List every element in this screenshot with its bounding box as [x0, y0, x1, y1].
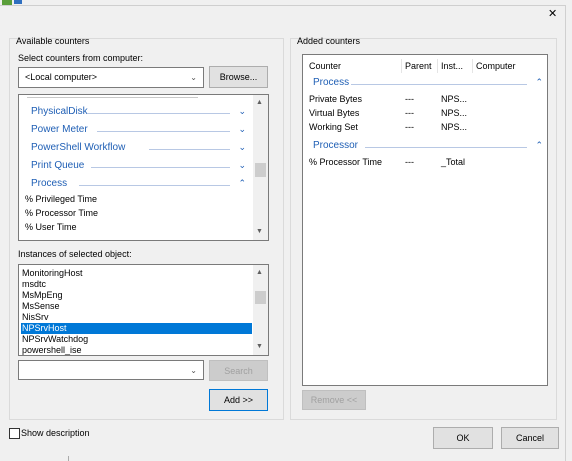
added-group-processor[interactable]: Processor ⌃ [311, 140, 543, 154]
divider [97, 131, 230, 132]
column-separator [437, 59, 438, 73]
search-input[interactable]: ⌄ [18, 360, 204, 380]
bottom-tick [68, 456, 69, 461]
category-powershell-workflow[interactable]: PowerShell Workflow ⌄ [27, 142, 246, 156]
column-separator [401, 59, 402, 73]
divider [91, 167, 230, 168]
group-label: Process [313, 77, 350, 88]
chevron-down-icon[interactable]: ⌄ [238, 106, 246, 117]
counters-list[interactable]: PhysicalDisk ⌄ Power Meter ⌄ PowerShell … [18, 94, 269, 241]
show-description-label[interactable]: Show description [21, 428, 90, 438]
instance-item[interactable]: MsSense [21, 301, 252, 312]
added-row-instance: NPS... [441, 94, 468, 104]
scroll-thumb[interactable] [255, 291, 266, 304]
instance-item[interactable]: msdtc [21, 279, 252, 290]
scroll-up-icon[interactable]: ▲ [256, 269, 263, 276]
instance-item-selected[interactable]: NPSrvHost [21, 323, 252, 334]
added-row-counter[interactable]: Working Set [309, 122, 358, 132]
chevron-down-icon[interactable]: ⌄ [238, 124, 246, 135]
chevron-up-icon[interactable]: ⌃ [535, 77, 543, 88]
added-counters-label: Added counters [297, 36, 361, 46]
column-header-instance[interactable]: Inst... [441, 61, 463, 71]
window-right-border [565, 5, 566, 461]
instance-item[interactable]: MonitoringHost [21, 268, 252, 279]
ok-button[interactable]: OK [433, 427, 493, 449]
divider [365, 147, 527, 148]
category-label: PowerShell Workflow [31, 142, 126, 153]
column-header-parent[interactable]: Parent [405, 61, 432, 71]
instances-label: Instances of selected object: [18, 249, 132, 259]
divider [351, 84, 527, 85]
counters-scrollbar[interactable]: ▲ ▼ [253, 95, 268, 240]
category-label: PhysicalDisk [31, 106, 88, 117]
window-top-border [0, 5, 565, 6]
scroll-down-icon[interactable]: ▼ [256, 228, 263, 235]
divider [149, 149, 230, 150]
column-header-computer[interactable]: Computer [476, 61, 516, 71]
added-row-counter[interactable]: Private Bytes [309, 94, 362, 104]
added-row-counter[interactable]: Virtual Bytes [309, 108, 359, 118]
divider [79, 185, 230, 186]
search-button[interactable]: Search [209, 360, 268, 381]
counter-item[interactable]: % User Time [25, 222, 77, 232]
counter-item[interactable]: % Privileged Time [25, 194, 97, 204]
chevron-down-icon: ⌄ [190, 366, 197, 375]
scroll-down-icon[interactable]: ▼ [256, 343, 263, 350]
added-row-instance: _Total [441, 157, 466, 167]
added-row-parent: --- [405, 94, 414, 104]
added-row-parent: --- [405, 157, 414, 167]
added-row-instance: NPS... [441, 122, 468, 132]
group-label: Processor [313, 140, 359, 151]
scroll-up-icon[interactable]: ▲ [256, 99, 263, 106]
divider [87, 113, 230, 114]
category-label: Process [31, 178, 68, 189]
added-row-instance: NPS... [441, 108, 468, 118]
partial-line [27, 95, 198, 98]
added-row-parent: --- [405, 122, 414, 132]
counter-item[interactable]: % Processor Time [25, 208, 98, 218]
category-power-meter[interactable]: Power Meter ⌄ [27, 124, 246, 138]
scroll-thumb[interactable] [255, 163, 266, 177]
added-row-parent: --- [405, 108, 414, 118]
column-header-counter[interactable]: Counter [309, 61, 341, 71]
category-print-queue[interactable]: Print Queue ⌄ [27, 160, 246, 174]
show-description-checkbox[interactable] [9, 428, 20, 439]
chevron-up-icon[interactable]: ⌃ [535, 140, 543, 151]
add-button[interactable]: Add >> [209, 389, 268, 411]
category-label: Print Queue [31, 160, 85, 171]
remove-button[interactable]: Remove << [302, 390, 366, 410]
added-counters-list[interactable]: Counter Parent Inst... Computer Process … [302, 54, 548, 386]
added-row-counter[interactable]: % Processor Time [309, 157, 382, 167]
added-group-process[interactable]: Process ⌃ [311, 77, 543, 91]
close-button[interactable]: ✕ [548, 7, 557, 20]
category-process[interactable]: Process ⌃ [27, 178, 246, 192]
browse-button[interactable]: Browse... [209, 66, 268, 88]
category-label: Power Meter [31, 124, 88, 135]
instances-scrollbar[interactable]: ▲ ▼ [253, 265, 268, 355]
chevron-down-icon[interactable]: ⌄ [238, 160, 246, 171]
computer-select[interactable]: <Local computer> ⌄ [18, 67, 204, 88]
computer-select-value: <Local computer> [25, 72, 98, 82]
chevron-down-icon: ⌄ [190, 73, 197, 82]
instance-item[interactable]: powershell_ise [21, 345, 252, 355]
chevron-up-icon[interactable]: ⌃ [238, 178, 246, 189]
instance-item[interactable]: NPSrvWatchdog [21, 334, 252, 345]
chevron-down-icon[interactable]: ⌄ [238, 142, 246, 153]
instance-item[interactable]: MsMpEng [21, 290, 252, 301]
window-icon-2 [14, 0, 22, 4]
cancel-button[interactable]: Cancel [501, 427, 559, 449]
available-counters-label: Available counters [16, 36, 90, 46]
column-separator [472, 59, 473, 73]
select-computer-label: Select counters from computer: [18, 53, 144, 63]
category-physicaldisk[interactable]: PhysicalDisk ⌄ [27, 106, 246, 120]
instance-item[interactable]: NisSrv [21, 312, 252, 323]
instances-list[interactable]: MonitoringHost msdtc MsMpEng MsSense Nis… [18, 264, 269, 356]
